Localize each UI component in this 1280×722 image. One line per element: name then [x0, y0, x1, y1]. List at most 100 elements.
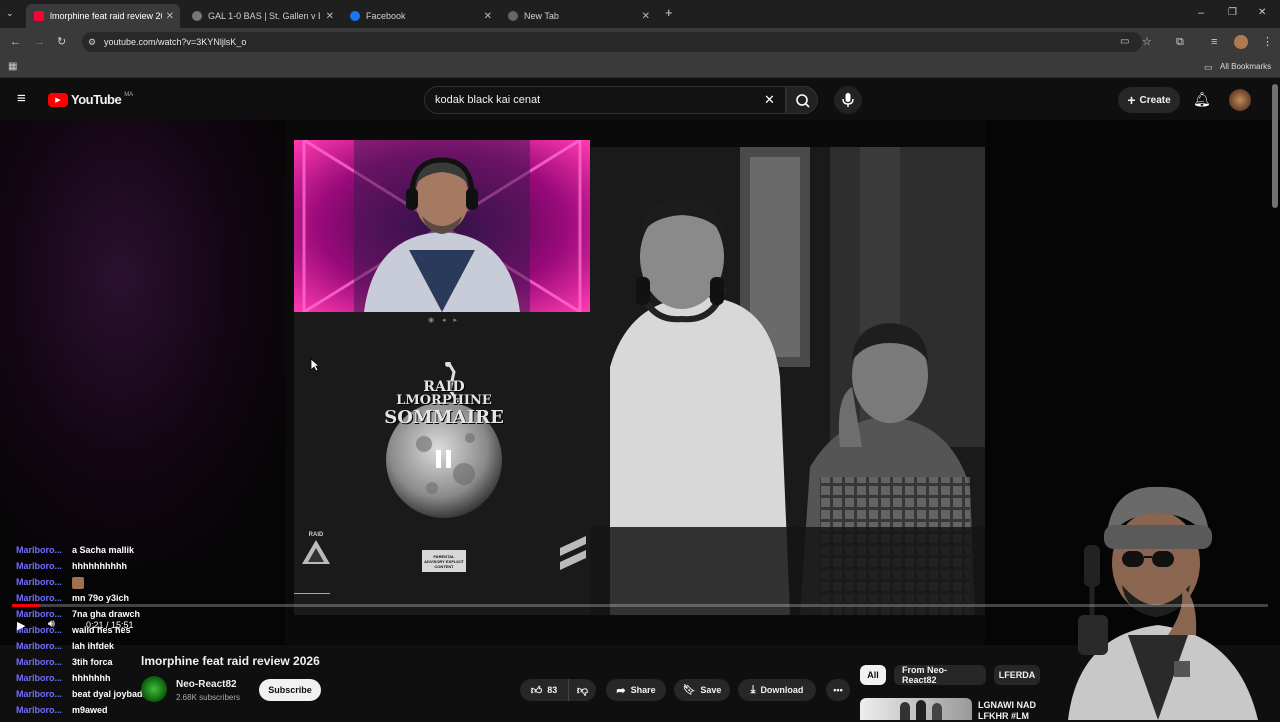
more-actions-button[interactable]: ••• [826, 679, 850, 701]
bookmarks-bar: ▦ ▭ All Bookmarks [0, 56, 1280, 78]
profile-avatar[interactable] [1234, 35, 1248, 49]
new-tab-icon[interactable]: + [665, 6, 673, 19]
download-button[interactable]: ⤓ Download [738, 679, 816, 701]
chat-author: Marlboro... [16, 673, 63, 683]
media-icon[interactable]: ≡ [1211, 36, 1217, 48]
chip-all[interactable]: All [860, 665, 886, 685]
extensions-icon[interactable]: ⧉ [1176, 36, 1184, 48]
chat-text: m9awed [72, 705, 108, 715]
like-button[interactable]: 👍︎ 83 [520, 679, 568, 701]
share-button[interactable]: ➦ Share [606, 679, 666, 701]
share-label: Share [630, 685, 656, 695]
tab-search-icon[interactable]: ⌄ [6, 7, 14, 19]
progress-played [12, 604, 40, 607]
tab-new[interactable]: New Tab ✕ [500, 4, 656, 28]
chat-text: 3tih forca [72, 657, 113, 667]
pause-icon[interactable] [432, 450, 454, 474]
chip-lferda[interactable]: LFERDA [994, 665, 1040, 685]
reactor-webcam [1058, 485, 1280, 720]
search-icon [796, 94, 810, 108]
chip-from-channel[interactable]: From Neo-React82 [894, 665, 986, 685]
page-scrollbar-thumb[interactable] [1272, 84, 1278, 208]
voice-search-button[interactable] [834, 86, 862, 114]
save-button[interactable]: 🔖︎ Save [674, 679, 730, 701]
tab-title: Facebook [366, 11, 406, 21]
globe-favicon-icon [508, 11, 518, 21]
parental-advisory-label: PARENTAL ADVISORY EXPLICIT CONTENT [422, 550, 466, 572]
search-button[interactable] [786, 86, 818, 114]
recommended-title-line-1: LGNAWI NAD [978, 700, 1036, 710]
chevrons-logo-icon [560, 536, 586, 570]
account-avatar[interactable] [1229, 89, 1251, 111]
live-chat-overlay: Marlboro... a Sacha mallik Marlboro... hhh… [16, 545, 196, 721]
thumbs-down-icon: 👎︎ [576, 684, 589, 697]
install-app-icon[interactable]: ▭ [1120, 36, 1129, 48]
site-info-icon[interactable]: ⚙ [88, 36, 96, 48]
close-tab-icon[interactable]: ✕ [166, 11, 174, 22]
volume-icon[interactable]: 🔊︎ [48, 618, 55, 631]
close-tab-icon[interactable]: ✕ [326, 11, 334, 22]
download-label: Download [760, 685, 804, 695]
apps-grid-icon[interactable]: ▦ [8, 61, 17, 73]
video-progress-bar[interactable] [12, 604, 1268, 607]
chat-message: Marlboro... hhhhhhh [16, 673, 196, 689]
share-icon: ➦ [616, 684, 626, 697]
close-window-icon[interactable]: ✕ [1258, 7, 1266, 19]
search-query: kodak black kai cenat [435, 94, 541, 106]
video-title: lmorphine feat raid review 2026 [141, 654, 320, 668]
hamburger-menu-icon[interactable]: ≡ [17, 91, 26, 106]
studio-photo [590, 147, 985, 615]
chat-author: Marlboro... [16, 689, 63, 699]
download-icon: ⤓ [750, 683, 756, 696]
reload-icon[interactable]: ↻ [57, 36, 66, 48]
folder-icon: ▭ [1204, 62, 1213, 72]
tab-match[interactable]: GAL 1-0 BAS | St. Gallen v Basel ✕ [184, 4, 340, 28]
chrome-menu-icon[interactable]: ⋮ [1262, 36, 1273, 48]
more-horizontal-icon: ••• [833, 685, 843, 695]
recommended-title[interactable]: LGNAWI NAD LFKHR #LM [978, 700, 1036, 722]
channel-avatar[interactable] [141, 676, 167, 702]
background-glow [0, 120, 300, 570]
recommended-title-line-2: LFKHR #LM [978, 711, 1029, 721]
clear-search-icon[interactable]: ✕ [764, 92, 775, 108]
all-bookmarks-link[interactable]: All Bookmarks [1220, 62, 1271, 71]
country-code: MA [124, 91, 134, 98]
channel-name[interactable]: Neo-React82 [176, 679, 237, 690]
close-tab-icon[interactable]: ✕ [642, 11, 650, 22]
thumbs-up-icon: 👍︎ [530, 684, 543, 697]
subscriber-count: 2.68K subscribers [176, 693, 241, 702]
tab-title: New Tab [524, 11, 559, 21]
tab-facebook[interactable]: Facebook ✕ [342, 4, 498, 28]
bookmark-star-icon[interactable]: ☆ [1142, 36, 1152, 48]
subscribe-button[interactable]: Subscribe [259, 679, 321, 701]
notifications-bell-icon[interactable]: 🔔︎ [1193, 91, 1211, 108]
close-tab-icon[interactable]: ✕ [484, 11, 492, 22]
reactor-image [1068, 486, 1258, 720]
site-favicon-icon [192, 11, 202, 21]
youtube-logo[interactable]: ▶ YouTube MA [48, 92, 133, 107]
browser-tab-bar: ⌄ lmorphine feat raid review 2026 ✕ GAL … [0, 0, 1280, 28]
chat-message: Marlboro... [16, 577, 196, 593]
triangle-logo-icon [302, 540, 330, 564]
album-cover-area: ◉ ◂ ▸ RAID LMORPHINE SOMMAIRE RAID PAREN… [294, 312, 590, 615]
search-input[interactable]: kodak black kai cenat [424, 86, 786, 114]
address-bar[interactable]: ⚙ youtube.com/watch?v=3KYNljlsK_o [82, 32, 1142, 52]
tab-youtube[interactable]: lmorphine feat raid review 2026 ✕ [26, 4, 180, 28]
dislike-button[interactable]: 👎︎ [568, 679, 596, 701]
chat-author: Marlboro... [16, 705, 63, 715]
chat-author: Marlboro... [16, 577, 63, 587]
youtube-play-icon: ▶ [48, 92, 68, 107]
chat-message: Marlboro... a Sacha mallik [16, 545, 196, 561]
recommended-thumbnail[interactable] [860, 698, 972, 720]
play-icon[interactable]: ▶ [17, 619, 25, 632]
back-icon[interactable]: ← [10, 36, 21, 48]
chat-text: a Sacha mallik [72, 545, 135, 555]
chat-message: Marlboro... beat dyal joybadass [16, 689, 196, 705]
restore-icon[interactable]: ❐ [1228, 7, 1237, 19]
mouse-cursor-icon [310, 358, 320, 372]
forward-icon[interactable]: → [34, 36, 45, 48]
minimize-icon[interactable]: – [1198, 7, 1204, 19]
cover-line-2: LMORPHINE [396, 393, 492, 408]
chat-author: Marlboro... [16, 641, 63, 651]
create-button[interactable]: + Create [1118, 87, 1180, 113]
